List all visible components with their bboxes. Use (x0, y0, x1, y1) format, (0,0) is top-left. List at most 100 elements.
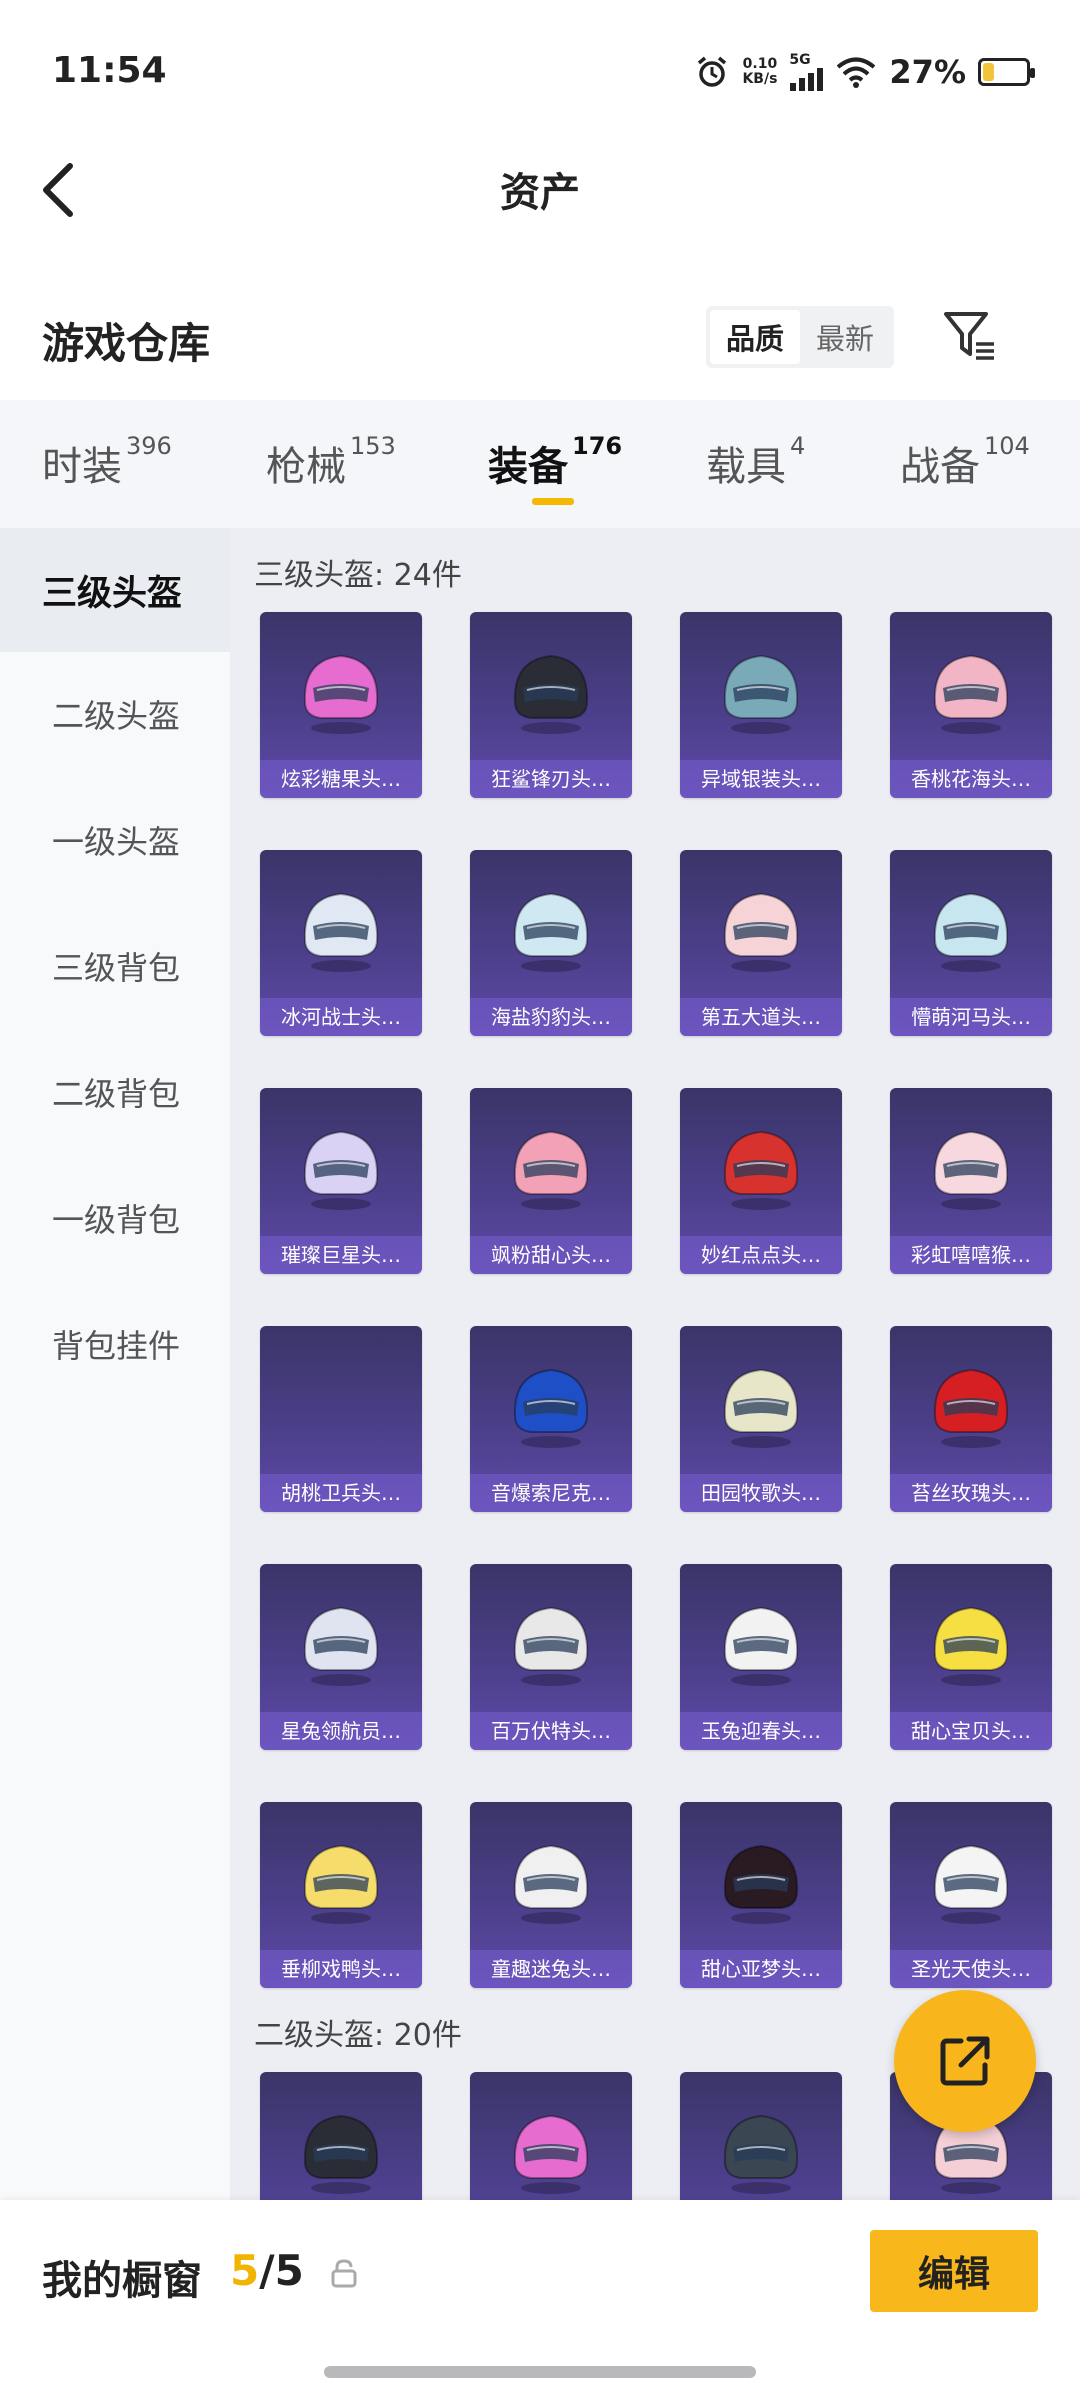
helmet-icon (513, 892, 589, 972)
helmet-icon (723, 1368, 799, 1448)
helmet-icon (303, 2114, 379, 2194)
tab-supplies[interactable]: 战备 104 (900, 432, 1030, 492)
tab-equipment[interactable]: 装备 176 (488, 432, 623, 505)
item-name: 玉兔迎春头… (680, 1712, 842, 1750)
helmet-icon (933, 1130, 1009, 1210)
tab-fashion[interactable]: 时装 396 (42, 432, 172, 492)
section-title-level2: 二级头盔: 20件 (254, 2018, 462, 2053)
helmet-icon (303, 654, 379, 734)
sidebar-item-backpack-pendant[interactable]: 背包挂件 (0, 1282, 230, 1406)
filter-button[interactable] (940, 306, 1000, 366)
tab-label: 装备 (488, 444, 568, 490)
net-speed-value: 0.10 (742, 56, 778, 72)
sort-newest-button[interactable]: 最新 (800, 310, 890, 364)
cell-signal: 5G (789, 53, 824, 91)
item-card[interactable] (470, 2072, 632, 2200)
item-name: 星兔领航员… (260, 1712, 422, 1750)
helmet-icon (513, 1844, 589, 1924)
item-card[interactable]: 甜心宝贝头… (890, 1564, 1052, 1750)
item-grid-panel: 三级头盔: 24件 炫彩糖果头… 狂鲨锋刃头… 异域银装头… 香桃花海头… 冰河战士头…… (230, 528, 1080, 2200)
section-title-level3: 三级头盔: 24件 (254, 558, 462, 593)
helmet-icon (303, 1130, 379, 1210)
item-name: 异域银装头… (680, 760, 842, 798)
tab-label: 战备 (900, 444, 980, 490)
sidebar-item-level2-backpack[interactable]: 二级背包 (0, 1030, 230, 1154)
tab-count: 104 (984, 432, 1030, 460)
helmet-icon (513, 1130, 589, 1210)
helmet-icon (513, 654, 589, 734)
item-card[interactable]: 异域银装头… (680, 612, 842, 798)
item-card[interactable]: 妙红点点头… (680, 1088, 842, 1274)
item-name: 音爆索尼克… (470, 1474, 632, 1512)
item-card[interactable]: 飒粉甜心头… (470, 1088, 632, 1274)
share-button[interactable] (894, 1990, 1036, 2132)
item-card[interactable]: 童趣迷兔头… (470, 1802, 632, 1988)
item-card[interactable]: 玉兔迎春头… (680, 1564, 842, 1750)
tab-count: 396 (126, 432, 172, 460)
item-card[interactable] (680, 2072, 842, 2200)
net-speed: 0.10 KB/s (742, 57, 777, 87)
item-card[interactable]: 彩虹嘻嘻猴… (890, 1088, 1052, 1274)
helmet-icon (723, 1130, 799, 1210)
showcase-total: /5 (259, 2246, 304, 2295)
item-card[interactable]: 星兔领航员… (260, 1564, 422, 1750)
sort-toggle: 品质 最新 (706, 306, 894, 368)
item-name: 璀璨巨星头… (260, 1236, 422, 1274)
item-name: 彩虹嘻嘻猴… (890, 1236, 1052, 1274)
helmet-icon (723, 654, 799, 734)
helmet-icon (303, 1606, 379, 1686)
item-card[interactable]: 胡桃卫兵头… (260, 1326, 422, 1512)
item-name: 冰河战士头… (260, 998, 422, 1036)
item-card[interactable]: 第五大道头… (680, 850, 842, 1036)
helmet-icon (723, 1606, 799, 1686)
sort-quality-button[interactable]: 品质 (710, 310, 800, 364)
signal-icon (790, 68, 824, 91)
helmet-icon (723, 1844, 799, 1924)
item-name: 圣光天使头… (890, 1950, 1052, 1988)
item-name: 田园牧歌头… (680, 1474, 842, 1512)
item-name: 狂鲨锋刃头… (470, 760, 632, 798)
sidebar-item-level2-helmet[interactable]: 二级头盔 (0, 652, 230, 776)
item-card[interactable]: 懵萌河马头… (890, 850, 1052, 1036)
item-card[interactable]: 圣光天使头… (890, 1802, 1052, 1988)
tab-count: 153 (350, 432, 396, 460)
clock: 11:54 (52, 50, 167, 91)
sidebar-item-level3-backpack[interactable]: 三级背包 (0, 904, 230, 1028)
item-name: 炫彩糖果头… (260, 760, 422, 798)
item-card[interactable]: 百万伏特头… (470, 1564, 632, 1750)
sidebar-item-level1-backpack[interactable]: 一级背包 (0, 1156, 230, 1280)
sidebar-item-level1-helmet[interactable]: 一级头盔 (0, 778, 230, 902)
item-name: 百万伏特头… (470, 1712, 632, 1750)
helmet-icon (723, 2114, 799, 2194)
helmet-icon (513, 2114, 589, 2194)
item-name: 懵萌河马头… (890, 998, 1052, 1036)
helmet-icon (933, 654, 1009, 734)
item-card[interactable]: 狂鲨锋刃头… (470, 612, 632, 798)
alarm-icon (698, 56, 727, 87)
item-name: 香桃花海头… (890, 760, 1052, 798)
item-card[interactable]: 香桃花海头… (890, 612, 1052, 798)
lock-icon (331, 2259, 357, 2288)
item-card[interactable]: 海盐豹豹头… (470, 850, 632, 1036)
item-card[interactable]: 田园牧歌头… (680, 1326, 842, 1512)
tab-vehicles[interactable]: 载具 4 (706, 432, 805, 492)
item-card[interactable]: 垂柳戏鸭头… (260, 1802, 422, 1988)
edit-button[interactable]: 编辑 (870, 2230, 1038, 2312)
tab-weapons[interactable]: 枪械 153 (266, 432, 396, 492)
item-card[interactable]: 甜心亚梦头… (680, 1802, 842, 1988)
wifi-icon (837, 57, 876, 88)
item-card[interactable]: 炫彩糖果头… (260, 612, 422, 798)
home-indicator[interactable] (324, 2366, 756, 2378)
item-card[interactable]: 音爆索尼克… (470, 1326, 632, 1512)
item-card[interactable]: 苔丝玫瑰头… (890, 1326, 1052, 1512)
item-name: 飒粉甜心头… (470, 1236, 632, 1274)
item-card[interactable] (260, 2072, 422, 2200)
sidebar-item-level3-helmet[interactable]: 三级头盔 (0, 528, 230, 652)
item-name: 第五大道头… (680, 998, 842, 1036)
showcase-count: 5/5 (230, 2246, 304, 2295)
item-card[interactable]: 冰河战士头… (260, 850, 422, 1036)
tab-count: 176 (572, 432, 623, 460)
item-card[interactable]: 璀璨巨星头… (260, 1088, 422, 1274)
tab-label: 枪械 (266, 444, 346, 490)
item-name: 海盐豹豹头… (470, 998, 632, 1036)
